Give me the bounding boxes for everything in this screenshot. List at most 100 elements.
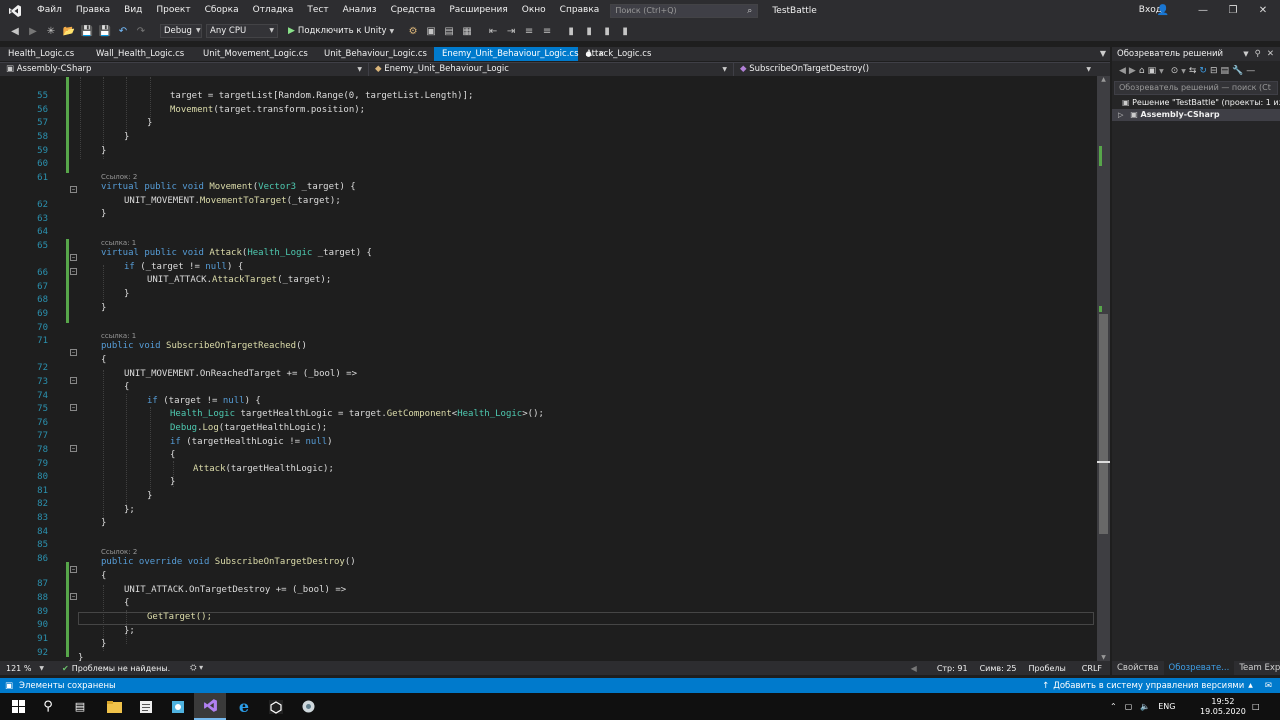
scroll-left-icon[interactable]: ◀ [911, 664, 917, 673]
save-icon[interactable]: 💾 [80, 24, 94, 38]
menu-view[interactable]: Вид [117, 0, 149, 21]
minus-icon[interactable]: — [1246, 66, 1255, 76]
chevron-down-icon[interactable]: ▼ [1181, 68, 1186, 75]
class-dropdown[interactable]: ◆ Enemy_Unit_Behaviour_Logic ▼ [368, 63, 733, 76]
tree-item-solution[interactable]: ▣ Решение "TestBattle" (проекты: 1 из 1) [1112, 97, 1280, 109]
snipping-tool-icon[interactable] [162, 693, 194, 720]
new-project-icon[interactable]: ✳ [44, 24, 58, 38]
collapse-icon[interactable]: – [70, 349, 77, 356]
undo-icon[interactable]: ↶ [116, 24, 130, 38]
task-view-icon[interactable]: ▤ [64, 693, 96, 720]
attach-icon[interactable]: ⚙ [406, 24, 420, 38]
minimize-icon[interactable]: — [1188, 0, 1218, 21]
bookmark-icon[interactable]: ▮ [564, 24, 578, 38]
window-position-icon[interactable]: ▼ [1243, 50, 1248, 58]
scroll-up-icon[interactable]: ▲ [1097, 76, 1110, 83]
save-all-icon[interactable]: 💾 [98, 24, 112, 38]
file-explorer-icon[interactable] [98, 693, 130, 720]
menu-tools[interactable]: Средства [384, 0, 443, 21]
close-icon[interactable]: ✕ [1267, 49, 1274, 59]
tab-team-explorer[interactable]: Team Explor... [1234, 661, 1280, 675]
line-ending-indicator[interactable]: CRLF [1082, 664, 1102, 673]
tab-unit-movement-logic[interactable]: Unit_Movement_Logic.cs [195, 47, 316, 61]
edge-icon[interactable]: e [228, 693, 260, 720]
search-icon[interactable]: ⚲ [32, 693, 64, 720]
configuration-select[interactable]: Debug ▼ [160, 24, 202, 38]
expand-arrow-icon[interactable]: ▷ [1118, 111, 1123, 119]
tab-properties[interactable]: Свойства [1112, 661, 1164, 675]
codelens-references[interactable]: ссылка: 1 [101, 239, 136, 247]
navigate-forward-icon[interactable]: ▶ [26, 24, 40, 38]
show-file-icon[interactable]: ▤ [442, 24, 456, 38]
menu-test[interactable]: Тест [300, 0, 335, 21]
home-icon[interactable]: ⌂ [1139, 66, 1145, 76]
restore-icon[interactable]: ❐ [1218, 0, 1248, 21]
open-file-icon[interactable]: 📂 [62, 24, 76, 38]
collapse-icon[interactable]: – [70, 404, 77, 411]
solution-explorer-search-input[interactable]: Обозреватель решений — поиск (Ct [1114, 81, 1278, 95]
indent-right-icon[interactable]: ⇥ [504, 24, 518, 38]
app-icon[interactable] [292, 693, 324, 720]
tray-overflow-icon[interactable]: ⌃ [1110, 702, 1117, 711]
platform-select[interactable]: Any CPU ▼ [206, 24, 278, 38]
next-bookmark-icon[interactable]: ▮ [600, 24, 614, 38]
tab-wall-health-logic[interactable]: Wall_Health_Logic.cs [88, 47, 195, 61]
show-all-icon[interactable]: ▤ [1221, 66, 1230, 76]
switch-views-icon[interactable]: ▣ [1148, 66, 1157, 76]
menu-debug[interactable]: Отладка [246, 0, 301, 21]
volume-icon[interactable]: 🔈 [1140, 702, 1150, 711]
pending-changes-icon[interactable]: ⊙ [1171, 66, 1179, 76]
pin-icon[interactable]: ⚲ [1255, 49, 1261, 59]
source-control-link[interactable]: Добавить в систему управления версиями [1053, 681, 1244, 691]
code-editor[interactable]: 55 56 57 58 59 60 61 62 63 64 65 66 67 6… [0, 77, 1110, 661]
issues-status[interactable]: Проблемы не найдены. [72, 664, 170, 673]
tools-icon[interactable]: ⛭ ▾ [190, 663, 203, 673]
comment-icon[interactable]: ≡ [522, 24, 536, 38]
sync-icon[interactable]: ⇆ [1189, 66, 1197, 76]
output-icon[interactable]: ▣ [5, 681, 13, 691]
whitespace-indicator[interactable]: Пробелы [1029, 664, 1066, 673]
collapse-icon[interactable]: – [70, 445, 77, 452]
scroll-down-icon[interactable]: ▼ [1097, 654, 1110, 661]
forward-icon[interactable]: ▶ [1129, 66, 1136, 76]
visual-studio-taskbar-icon[interactable] [194, 693, 226, 720]
codelens-references[interactable]: ссылка: 1 [101, 332, 136, 340]
notepad-icon[interactable] [130, 693, 162, 720]
collapse-icon[interactable]: – [70, 268, 77, 275]
tree-item-project[interactable]: ▷ ▣ Assembly-CSharp [1112, 109, 1280, 121]
menu-file[interactable]: Файл [30, 0, 69, 21]
language-indicator[interactable]: ENG [1158, 702, 1175, 711]
clear-bookmarks-icon[interactable]: ▮ [618, 24, 632, 38]
network-icon[interactable]: ▢ [1125, 702, 1133, 711]
editor-vertical-scrollbar[interactable]: ▲ ▼ [1097, 76, 1110, 661]
tab-health-logic[interactable]: Health_Logic.cs [0, 47, 88, 61]
tab-solution-explorer[interactable]: Обозревате... [1163, 661, 1235, 675]
menu-window[interactable]: Окно [515, 0, 553, 21]
menu-analyze[interactable]: Анализ [336, 0, 384, 21]
back-icon[interactable]: ◀ [1119, 66, 1126, 76]
prev-bookmark-icon[interactable]: ▮ [582, 24, 596, 38]
menu-project[interactable]: Проект [149, 0, 197, 21]
notifications-icon[interactable]: □ [1252, 693, 1260, 720]
menu-edit[interactable]: Правка [69, 0, 117, 21]
unity-icon[interactable] [260, 693, 292, 720]
indent-left-icon[interactable]: ⇤ [486, 24, 500, 38]
menu-build[interactable]: Сборка [198, 0, 246, 21]
tab-unit-behaviour-logic[interactable]: Unit_Behaviour_Logic.cs [316, 47, 434, 61]
codelens-references[interactable]: Ссылок: 2 [101, 173, 137, 181]
notifications-icon[interactable]: ✉ [1265, 681, 1272, 691]
scroll-thumb[interactable] [1099, 314, 1108, 534]
navigate-back-icon[interactable]: ◀ [8, 24, 22, 38]
menu-help[interactable]: Справка [553, 0, 607, 21]
menu-extensions[interactable]: Расширения [442, 0, 514, 21]
refresh-icon[interactable]: ↻ [1199, 66, 1207, 76]
collapse-icon[interactable]: – [70, 593, 77, 600]
attach-to-unity-button[interactable]: ▶ Подключить к Unity ▼ [288, 26, 394, 36]
windows-start-icon[interactable] [2, 693, 34, 720]
user-icon[interactable]: 👤 [1148, 0, 1178, 21]
close-icon[interactable]: ✕ [1248, 0, 1278, 21]
tab-overflow-icon[interactable]: ▼ [1100, 47, 1106, 61]
screenshot-icon[interactable]: ▣ [424, 24, 438, 38]
tab-enemy-unit-behaviour-logic[interactable]: Enemy_Unit_Behaviour_Logic.cs ● ✕ [434, 47, 605, 61]
collapse-icon[interactable]: – [70, 186, 77, 193]
